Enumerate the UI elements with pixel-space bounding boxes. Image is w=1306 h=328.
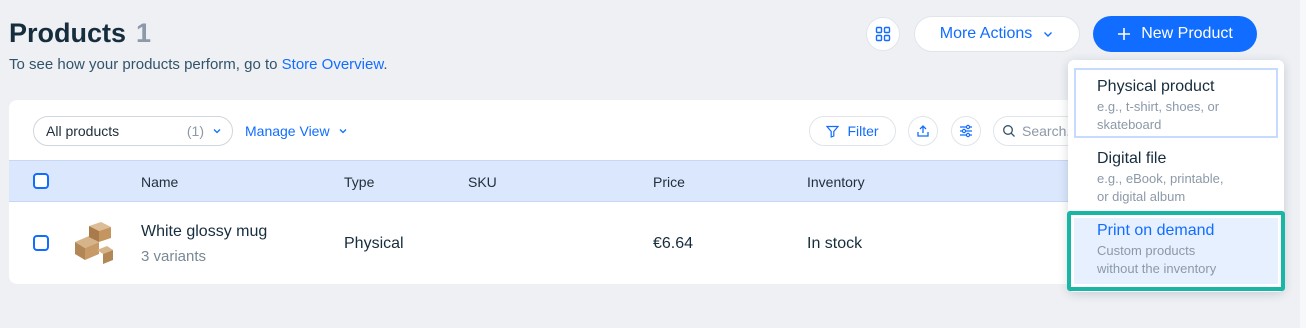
more-actions-label: More Actions: [939, 25, 1033, 42]
store-overview-link[interactable]: Store Overview: [282, 56, 384, 73]
customize-columns-button[interactable]: [951, 116, 981, 146]
search-icon: [1003, 125, 1015, 137]
manage-view-button[interactable]: Manage View: [245, 123, 348, 139]
menu-item-description: e.g., t-shirt, shoes, or skateboard: [1097, 98, 1276, 134]
page-title: Products 1: [9, 18, 151, 49]
product-name[interactable]: White glossy mug: [141, 223, 267, 241]
column-header-inventory[interactable]: Inventory: [807, 174, 865, 190]
select-all-checkbox[interactable]: [33, 173, 49, 189]
product-count: 1: [136, 18, 152, 48]
manage-view-label: Manage View: [245, 123, 330, 139]
export-button[interactable]: [908, 116, 938, 146]
view-select[interactable]: All products (1): [33, 116, 233, 146]
column-header-type[interactable]: Type: [344, 174, 374, 190]
product-inventory: In stock: [807, 235, 863, 252]
export-icon: [917, 125, 929, 137]
apps-grid-icon: [875, 26, 891, 42]
product-variants: 3 variants: [141, 248, 207, 265]
table-toolbar: All products (1) Manage View Filter Sear…: [9, 100, 1133, 160]
apps-button[interactable]: [866, 17, 900, 51]
filter-label: Filter: [847, 123, 879, 139]
column-header-name[interactable]: Name: [141, 174, 178, 190]
chevron-down-icon: [213, 129, 221, 134]
desc-line: e.g., t-shirt, shoes, or: [1097, 99, 1220, 114]
filter-button[interactable]: Filter: [809, 116, 896, 146]
menu-item-title: Physical product: [1097, 78, 1215, 95]
row-checkbox[interactable]: [33, 235, 49, 251]
column-header-sku[interactable]: SKU: [468, 174, 497, 190]
page-title-text: Products: [9, 18, 127, 48]
filter-icon: [826, 125, 840, 138]
view-select-count: (1): [186, 123, 204, 139]
desc-line: e.g., eBook, printable,: [1097, 171, 1224, 186]
menu-item-description: e.g., eBook, printable, or digital album: [1097, 170, 1278, 206]
menu-item-digital-file[interactable]: Digital file e.g., eBook, printable, or …: [1074, 142, 1278, 210]
print-on-demand-highlight: [1067, 211, 1285, 291]
plus-icon: [1118, 28, 1131, 40]
column-header-price[interactable]: Price: [653, 174, 685, 190]
product-thumbnail: [75, 222, 113, 264]
desc-line: skateboard: [1097, 117, 1162, 132]
sliders-icon: [960, 124, 972, 138]
table-header-row: Name Type SKU Price Inventory: [9, 160, 1096, 202]
product-price: €6.64: [653, 235, 694, 252]
page-edge: [1300, 0, 1306, 328]
new-product-button[interactable]: New Product: [1093, 16, 1257, 52]
page-subtitle: To see how your products perform, go to …: [9, 56, 388, 73]
product-type: Physical: [344, 235, 404, 252]
desc-line: or digital album: [1097, 189, 1186, 204]
menu-item-title: Digital file: [1097, 150, 1167, 167]
menu-item-physical-product[interactable]: Physical product e.g., t-shirt, shoes, o…: [1074, 68, 1278, 138]
chevron-down-icon: [339, 129, 347, 134]
chevron-down-icon: [1044, 32, 1053, 37]
subtitle-text: To see how your products perform, go to: [9, 56, 282, 73]
table-row[interactable]: White glossy mug 3 variants Physical €6.…: [9, 202, 1096, 284]
more-actions-button[interactable]: More Actions: [914, 16, 1080, 52]
products-table-card: All products (1) Manage View Filter Sear…: [9, 100, 1133, 284]
new-product-label: New Product: [1141, 25, 1233, 42]
view-select-label: All products: [46, 123, 120, 139]
subtitle-suffix: .: [383, 56, 388, 73]
